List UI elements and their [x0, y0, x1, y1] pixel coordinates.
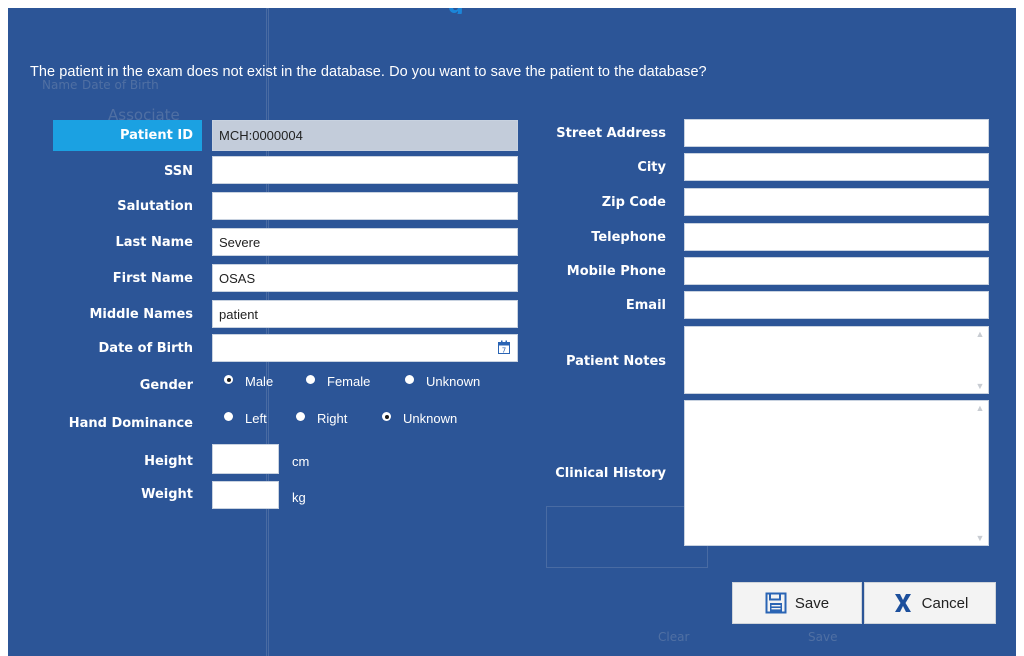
height-field[interactable]: [212, 444, 279, 474]
scroll-up-icon[interactable]: ▲: [974, 329, 986, 339]
save-button[interactable]: Save: [732, 582, 862, 624]
patient-notes-scrollbar[interactable]: ▲ ▼: [974, 329, 986, 391]
hand-right-label: Right: [317, 411, 348, 426]
add-patient-dialog: Name Date of Birth Associate Clear Save …: [8, 8, 1016, 656]
salutation-field[interactable]: [212, 192, 518, 220]
cancel-button[interactable]: Cancel: [864, 582, 996, 624]
height-unit: cm: [292, 454, 310, 469]
telephone-field[interactable]: [684, 223, 989, 251]
clinical-history-label: Clinical History: [555, 466, 666, 481]
patient-id-label: Patient ID: [53, 120, 202, 151]
calendar-icon[interactable]: 7: [498, 340, 510, 354]
mobile-phone-field[interactable]: [684, 257, 989, 285]
street-address-label: Street Address: [556, 126, 666, 141]
scroll-down-icon[interactable]: ▼: [974, 533, 986, 543]
clinical-history-scrollbar[interactable]: ▲ ▼: [974, 403, 986, 543]
ssn-field[interactable]: [212, 156, 518, 184]
date-of-birth-label: Date of Birth: [98, 341, 193, 356]
radio-unselected-icon: [296, 412, 305, 421]
weight-unit: kg: [292, 490, 306, 505]
height-label: Height: [144, 454, 193, 469]
weight-label: Weight: [141, 487, 193, 502]
radio-unselected-icon: [306, 375, 315, 384]
zip-code-field[interactable]: [684, 188, 989, 216]
scroll-down-icon[interactable]: ▼: [974, 381, 986, 391]
weight-field[interactable]: [212, 481, 279, 509]
street-address-field[interactable]: [684, 119, 989, 147]
radio-unselected-icon: [224, 412, 233, 421]
gender-female-radio[interactable]: Female: [306, 374, 370, 389]
cancel-button-label: Cancel: [921, 594, 969, 612]
city-field[interactable]: [684, 153, 989, 181]
patient-notes-textarea[interactable]: ▲ ▼: [684, 326, 989, 394]
save-button-label: Save: [794, 594, 830, 612]
last-name-label: Last Name: [115, 235, 193, 250]
dialog-title-fragment: g: [448, 8, 578, 14]
dialog-prompt: The patient in the exam does not exist i…: [30, 64, 707, 80]
telephone-label: Telephone: [591, 230, 666, 245]
email-label: Email: [625, 298, 666, 313]
mobile-phone-label: Mobile Phone: [566, 264, 666, 279]
hand-left-radio[interactable]: Left: [224, 411, 267, 426]
salutation-label: Salutation: [117, 199, 193, 214]
radio-selected-icon: [382, 412, 391, 421]
gender-female-label: Female: [327, 374, 371, 389]
city-label: City: [637, 160, 666, 175]
gender-male-label: Male: [245, 374, 274, 389]
window-top-edge: [0, 0, 1024, 8]
ghost-name-column: Name: [42, 78, 78, 92]
first-name-field[interactable]: OSAS: [212, 264, 518, 292]
ghost-clear: Clear: [658, 630, 690, 644]
svg-text:7: 7: [502, 347, 506, 355]
hand-unknown-label: Unknown: [403, 411, 458, 426]
patient-id-field[interactable]: MCH:0000004: [212, 120, 518, 151]
date-of-birth-field[interactable]: 7: [212, 334, 518, 362]
gender-unknown-label: Unknown: [426, 374, 481, 389]
middle-names-field[interactable]: patient: [212, 300, 518, 328]
radio-unselected-icon: [405, 375, 414, 384]
patient-notes-label: Patient Notes: [565, 354, 666, 369]
hand-unknown-radio[interactable]: Unknown: [382, 411, 457, 426]
close-icon: [894, 594, 911, 612]
hand-right-radio[interactable]: Right: [296, 411, 347, 426]
ghost-divider: [266, 8, 269, 656]
last-name-field[interactable]: Severe: [212, 228, 518, 256]
email-field[interactable]: [684, 291, 989, 319]
first-name-label: First Name: [112, 271, 193, 286]
gender-label: Gender: [139, 378, 193, 393]
ghost-save: Save: [808, 630, 838, 644]
ghost-dob-column: Date of Birth: [82, 78, 159, 92]
gender-male-radio[interactable]: Male: [224, 374, 273, 389]
radio-selected-icon: [224, 375, 233, 384]
clinical-history-textarea[interactable]: ▲ ▼: [684, 400, 989, 546]
middle-names-label: Middle Names: [89, 307, 193, 322]
hand-dominance-label: Hand Dominance: [68, 416, 193, 431]
ssn-label: SSN: [163, 164, 193, 179]
hand-left-label: Left: [245, 411, 267, 426]
zip-code-label: Zip Code: [601, 195, 666, 210]
save-icon: [765, 592, 787, 614]
scroll-up-icon[interactable]: ▲: [974, 403, 986, 413]
gender-unknown-radio[interactable]: Unknown: [405, 374, 480, 389]
